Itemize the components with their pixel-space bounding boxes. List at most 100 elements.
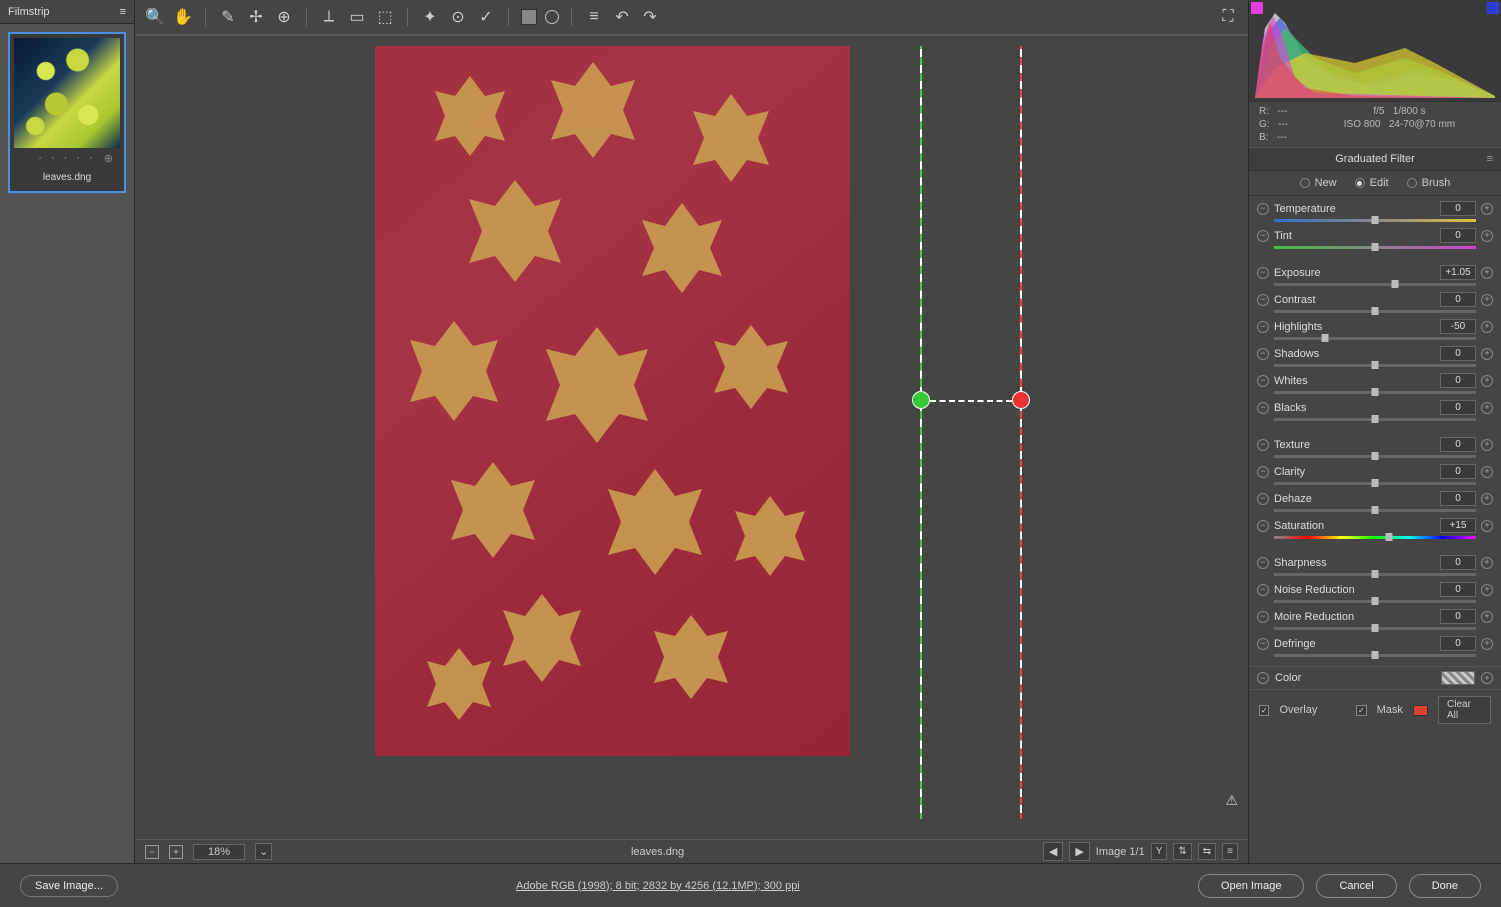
color-minus-icon[interactable]: − [1257, 672, 1269, 684]
zoom-tool-icon[interactable]: 🔍 [145, 7, 165, 27]
filmstrip-menu-icon[interactable]: ≡ [120, 6, 126, 18]
noise-reduction-minus-icon[interactable]: − [1257, 584, 1269, 596]
color-sampler-icon[interactable]: ✢ [246, 7, 266, 27]
texture-minus-icon[interactable]: − [1257, 439, 1269, 451]
dehaze-value[interactable]: 0 [1440, 491, 1476, 506]
defringe-minus-icon[interactable]: − [1257, 638, 1269, 650]
tint-minus-icon[interactable]: − [1257, 230, 1269, 242]
clarity-value[interactable]: 0 [1440, 464, 1476, 479]
color-plus-icon[interactable]: + [1481, 672, 1493, 684]
blacks-minus-icon[interactable]: − [1257, 402, 1269, 414]
sharpness-minus-icon[interactable]: − [1257, 557, 1269, 569]
preferences-icon[interactable]: ⛶ [1218, 7, 1238, 27]
blacks-plus-icon[interactable]: + [1481, 402, 1493, 414]
tint-value[interactable]: 0 [1440, 228, 1476, 243]
grid-minus-icon[interactable]: − [145, 845, 159, 859]
shadows-minus-icon[interactable]: − [1257, 348, 1269, 360]
mask-color-swatch[interactable] [1413, 705, 1428, 716]
texture-value[interactable]: 0 [1440, 437, 1476, 452]
saturation-slider[interactable] [1274, 534, 1476, 542]
thumbnail[interactable]: · · · · · leaves.dng [8, 32, 126, 193]
mask-checkbox[interactable]: ✓ [1356, 705, 1366, 716]
mode-new[interactable]: New [1300, 177, 1337, 189]
spot-removal-icon[interactable]: ✦ [420, 7, 440, 27]
hand-tool-icon[interactable]: ✋ [173, 7, 193, 27]
exposure-value[interactable]: +1.05 [1440, 265, 1476, 280]
gradient-line-start[interactable] [920, 46, 922, 819]
exposure-plus-icon[interactable]: + [1481, 267, 1493, 279]
saturation-plus-icon[interactable]: + [1481, 520, 1493, 532]
defringe-value[interactable]: 0 [1440, 636, 1476, 651]
clarity-slider[interactable] [1274, 480, 1476, 488]
overlay-checkbox[interactable]: ✓ [1259, 705, 1269, 716]
exposure-slider[interactable] [1274, 281, 1476, 289]
panel-title[interactable]: Graduated Filter [1249, 147, 1501, 171]
temperature-slider[interactable] [1274, 217, 1476, 225]
noise-reduction-plus-icon[interactable]: + [1481, 584, 1493, 596]
contrast-minus-icon[interactable]: − [1257, 294, 1269, 306]
save-image-button[interactable]: Save Image... [20, 875, 118, 897]
dehaze-minus-icon[interactable]: − [1257, 493, 1269, 505]
highlights-value[interactable]: -50 [1440, 319, 1476, 334]
moire-reduction-value[interactable]: 0 [1440, 609, 1476, 624]
settings-icon[interactable]: ≡ [1222, 843, 1238, 860]
image-info-link[interactable]: Adobe RGB (1998); 8 bit; 2832 by 4256 (1… [118, 880, 1198, 892]
copy-settings-icon[interactable]: ⇆ [1198, 843, 1216, 860]
redeye-icon[interactable]: ⊙ [448, 7, 468, 27]
done-button[interactable]: Done [1409, 874, 1481, 898]
temperature-plus-icon[interactable]: + [1481, 203, 1493, 215]
noise-reduction-slider[interactable] [1274, 598, 1476, 606]
highlights-slider[interactable] [1274, 335, 1476, 343]
whites-minus-icon[interactable]: − [1257, 375, 1269, 387]
warning-icon[interactable]: ⚠ [1225, 792, 1238, 809]
tint-plus-icon[interactable]: + [1481, 230, 1493, 242]
moire-reduction-plus-icon[interactable]: + [1481, 611, 1493, 623]
sharpness-plus-icon[interactable]: + [1481, 557, 1493, 569]
contrast-plus-icon[interactable]: + [1481, 294, 1493, 306]
brush-icon[interactable]: ✓ [476, 7, 496, 27]
shadows-value[interactable]: 0 [1440, 346, 1476, 361]
zoom-dropdown-icon[interactable]: ⌄ [255, 843, 272, 860]
grid-plus-icon[interactable]: + [169, 845, 183, 859]
mode-brush[interactable]: Brush [1407, 177, 1451, 189]
crop-tool-icon[interactable]: ⟂ [319, 7, 339, 27]
texture-plus-icon[interactable]: + [1481, 439, 1493, 451]
dehaze-plus-icon[interactable]: + [1481, 493, 1493, 505]
rotate-ccw-icon[interactable]: ↶ [612, 7, 632, 27]
list-icon[interactable]: ≡ [584, 7, 604, 27]
whites-value[interactable]: 0 [1440, 373, 1476, 388]
swap-icon[interactable]: ⇅ [1173, 843, 1191, 860]
saturation-value[interactable]: +15 [1440, 518, 1476, 533]
histogram[interactable] [1249, 0, 1501, 102]
highlights-plus-icon[interactable]: + [1481, 321, 1493, 333]
canvas[interactable]: ⚠ [135, 36, 1248, 839]
clear-all-button[interactable]: Clear All [1438, 696, 1491, 724]
mode-edit[interactable]: Edit [1355, 177, 1389, 189]
noise-reduction-value[interactable]: 0 [1440, 582, 1476, 597]
clarity-plus-icon[interactable]: + [1481, 466, 1493, 478]
rotate-cw-icon[interactable]: ↷ [640, 7, 660, 27]
temperature-value[interactable]: 0 [1440, 201, 1476, 216]
gradient-line-end[interactable] [1020, 46, 1022, 819]
blacks-value[interactable]: 0 [1440, 400, 1476, 415]
color-swatch[interactable] [1441, 671, 1475, 685]
exposure-minus-icon[interactable]: − [1257, 267, 1269, 279]
thumbnail-rating[interactable]: · · · · · [14, 148, 120, 168]
radial-filter-icon[interactable] [545, 10, 559, 24]
highlights-minus-icon[interactable]: − [1257, 321, 1269, 333]
sharpness-slider[interactable] [1274, 571, 1476, 579]
target-adjust-icon[interactable]: ⊕ [274, 7, 294, 27]
whites-slider[interactable] [1274, 389, 1476, 397]
gradient-handle-end[interactable] [1012, 391, 1030, 409]
temperature-minus-icon[interactable]: − [1257, 203, 1269, 215]
sharpness-value[interactable]: 0 [1440, 555, 1476, 570]
contrast-slider[interactable] [1274, 308, 1476, 316]
moire-reduction-minus-icon[interactable]: − [1257, 611, 1269, 623]
blacks-slider[interactable] [1274, 416, 1476, 424]
next-image-icon[interactable]: ▶ [1069, 842, 1089, 861]
texture-slider[interactable] [1274, 453, 1476, 461]
zoom-level[interactable]: 18% [193, 844, 245, 860]
prev-image-icon[interactable]: ◀ [1043, 842, 1063, 861]
defringe-slider[interactable] [1274, 652, 1476, 660]
dehaze-slider[interactable] [1274, 507, 1476, 515]
